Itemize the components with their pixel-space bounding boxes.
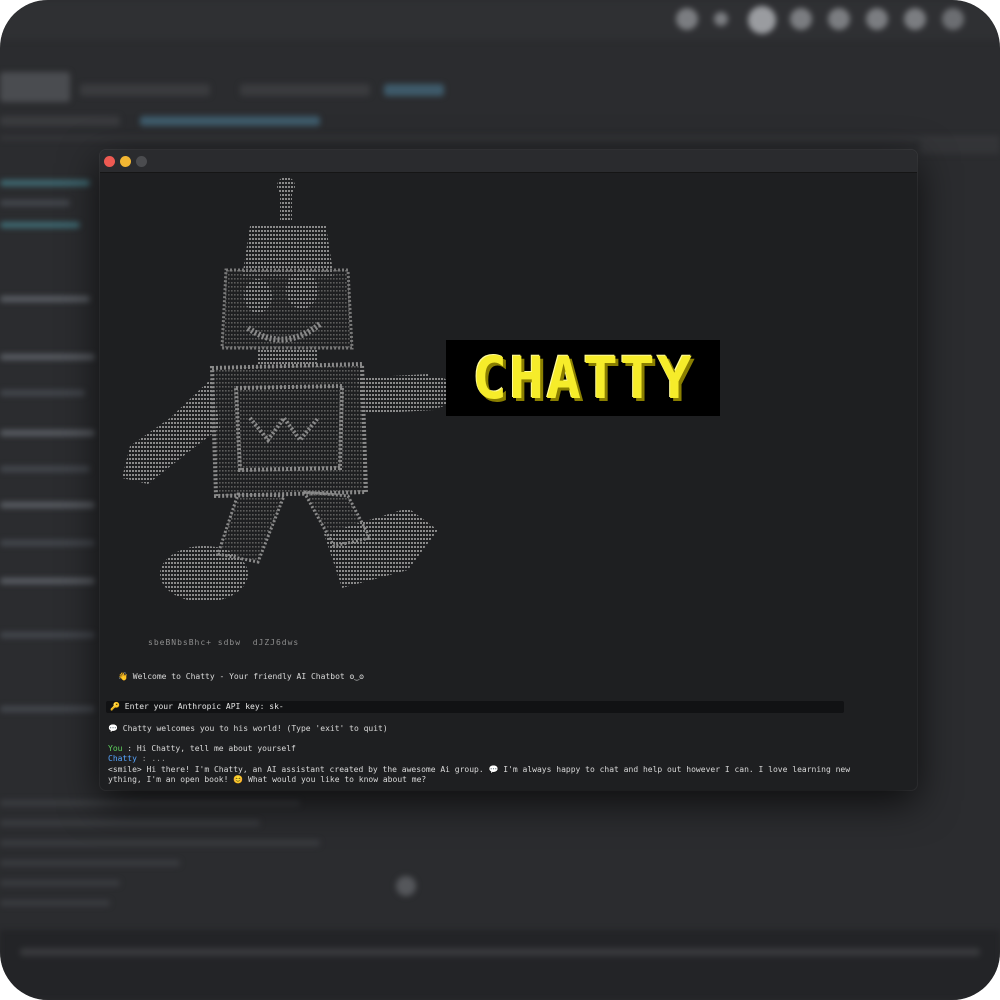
terminal-titlebar[interactable]: [100, 150, 917, 173]
screenshot-frame: CHATTY sbeBNbsBhc+ sdbw dJZJ6dws 👋 Welco…: [0, 0, 1000, 1000]
intro-message: 💬 Chatty welcomes you to his world! (Typ…: [108, 724, 388, 733]
user-message-row: You : Hi Chatty, tell me about yourself: [108, 744, 296, 754]
close-icon[interactable]: [104, 156, 115, 167]
api-key-prompt: 🔑 Enter your Anthropic API key: sk-: [110, 702, 284, 711]
bot-status-row: Chatty : ...: [108, 754, 166, 764]
welcome-message: 👋 Welcome to Chatty - Your friendly AI C…: [118, 672, 364, 681]
bot-label: Chatty: [108, 754, 137, 763]
bot-reply-line-1: <smile> Hi there! I'm Chatty, an AI assi…: [108, 765, 851, 774]
bot-status: : ...: [136, 754, 166, 763]
user-label: You: [108, 744, 123, 753]
ascii-art-scribble: sbeBNbsBhc+ sdbw dJZJ6dws: [148, 638, 300, 647]
chatty-logo: CHATTY: [446, 340, 720, 416]
api-key-prompt-row[interactable]: 🔑 Enter your Anthropic API key: sk-: [106, 701, 844, 713]
terminal-window[interactable]: CHATTY sbeBNbsBhc+ sdbw dJZJ6dws 👋 Welco…: [100, 150, 917, 790]
bot-reply-line-2: ything, I'm an open book! 😊 What would y…: [108, 775, 427, 784]
zoom-icon[interactable]: [136, 156, 147, 167]
user-message: : Hi Chatty, tell me about yourself: [122, 744, 296, 753]
minimize-icon[interactable]: [120, 156, 131, 167]
chatty-logo-text: CHATTY: [472, 344, 694, 412]
robot-ascii-art: [122, 178, 452, 602]
